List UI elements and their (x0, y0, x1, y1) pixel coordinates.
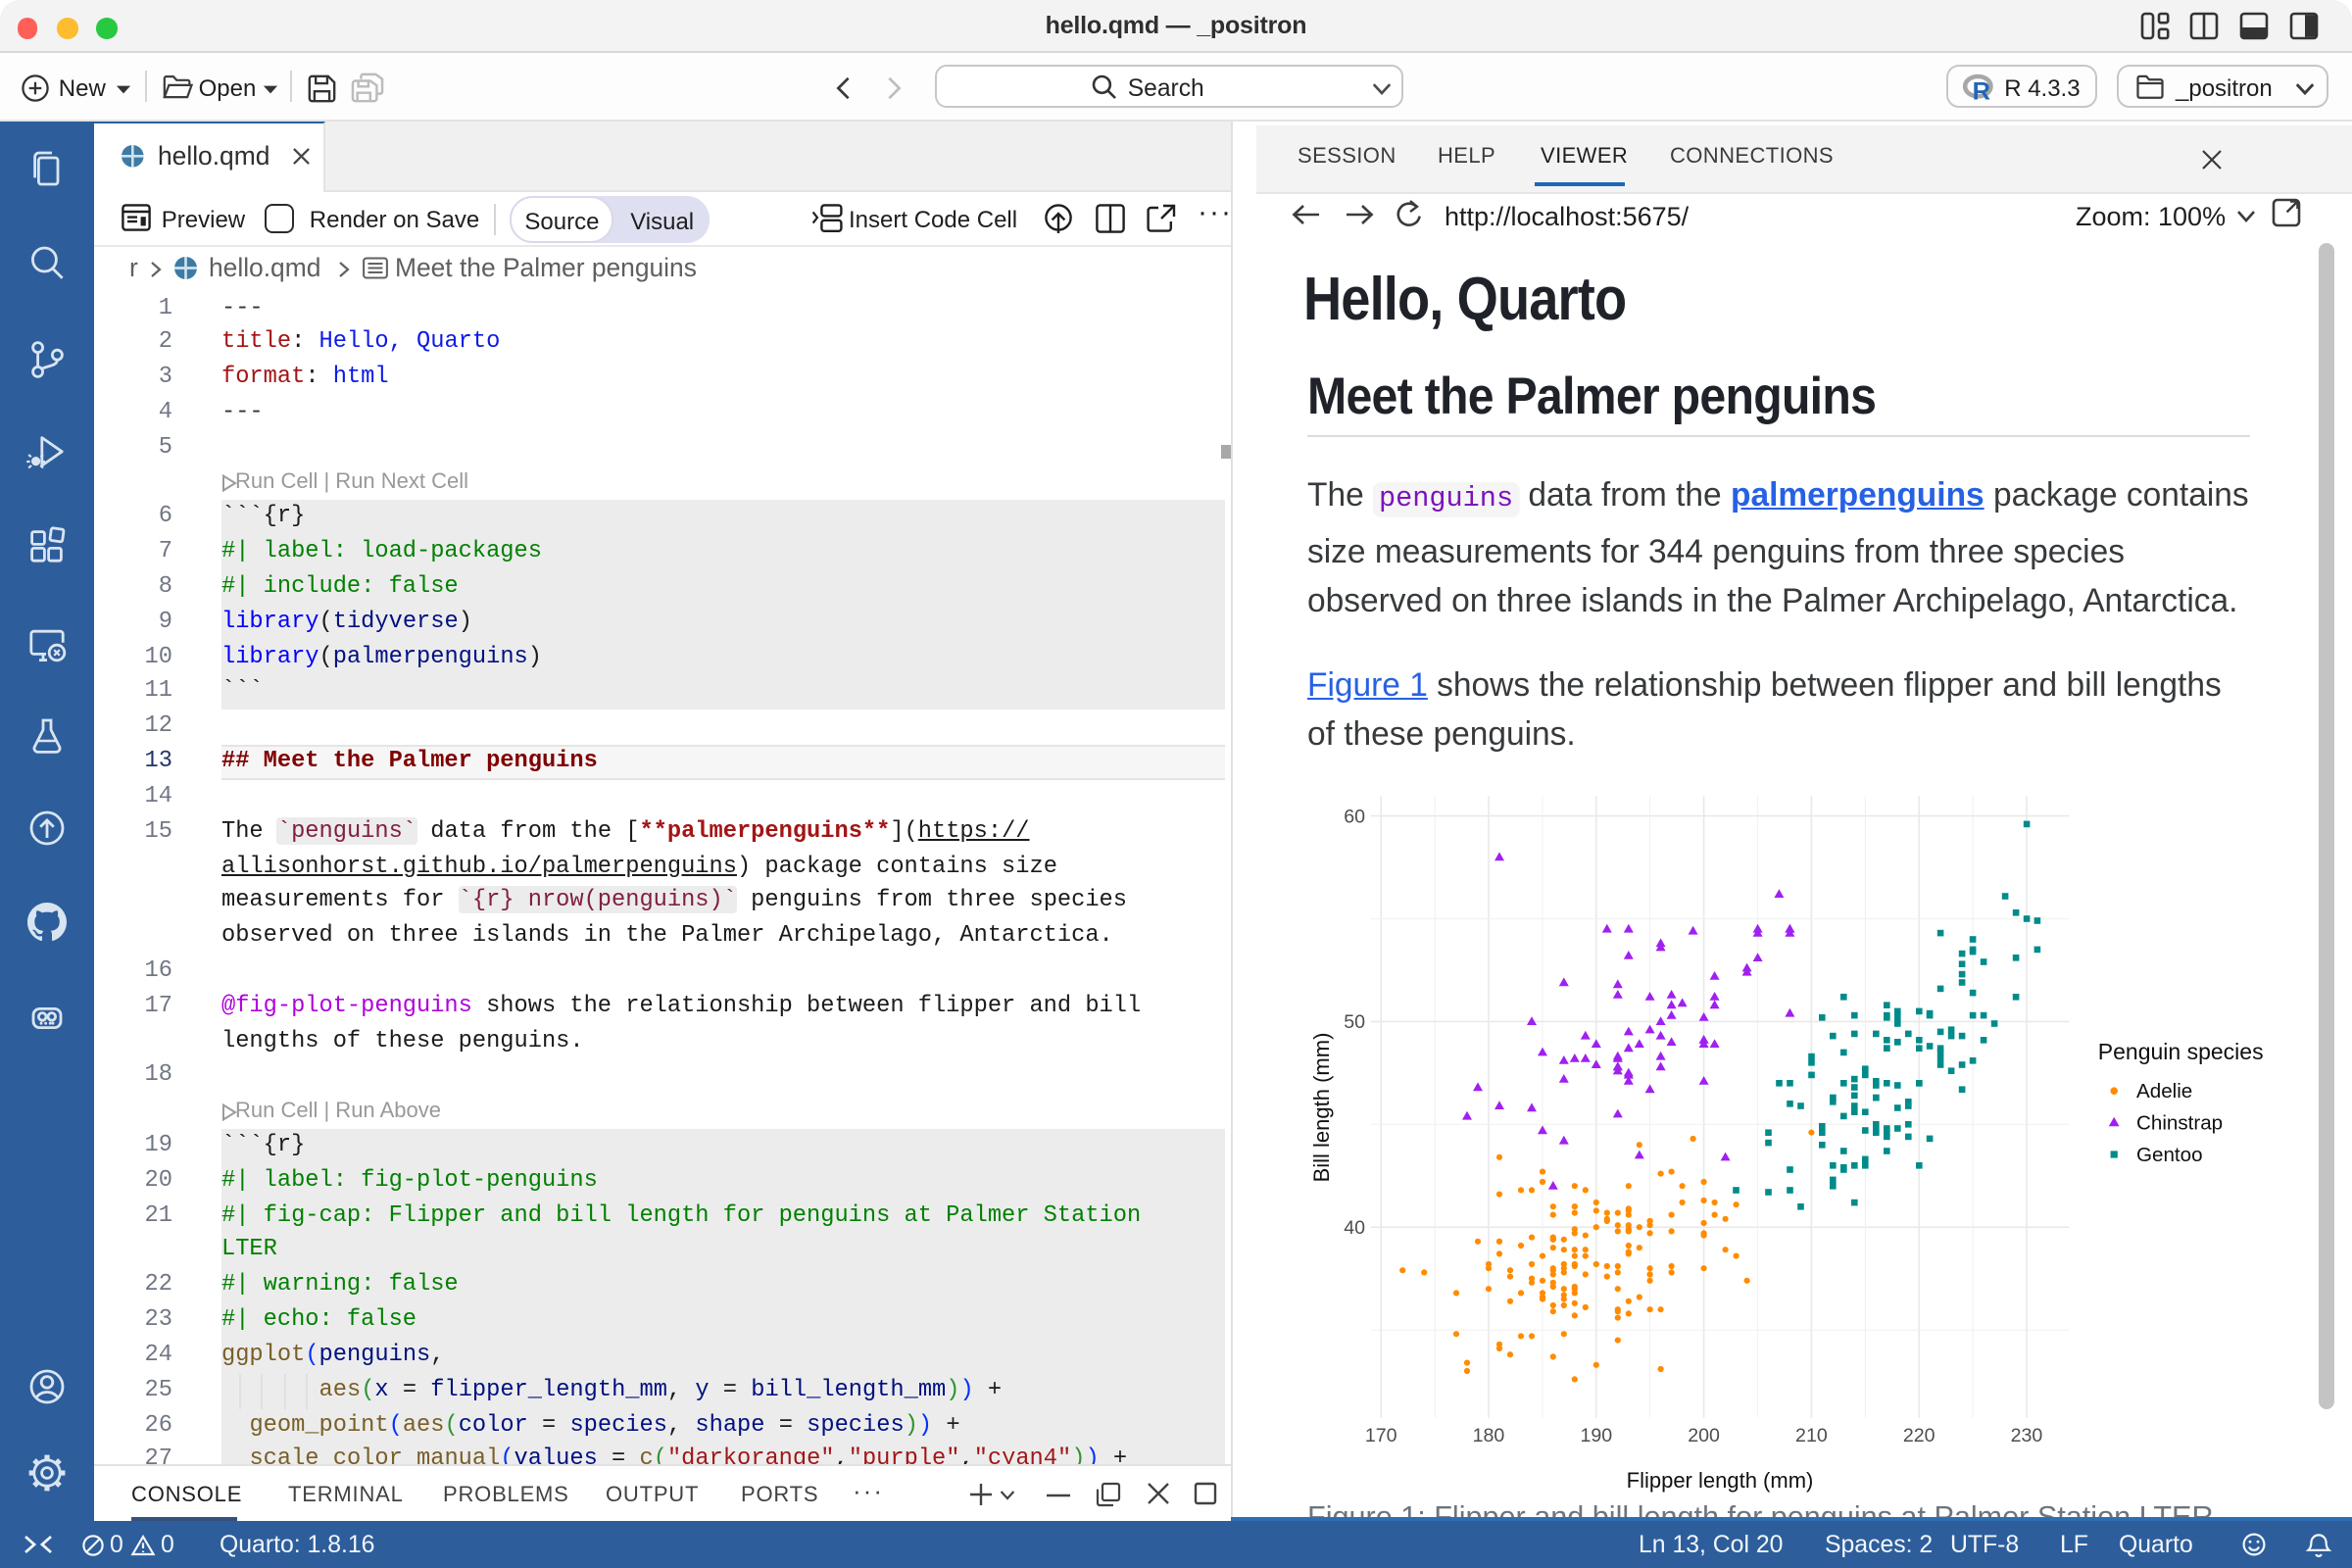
svg-text:Bill length (mm): Bill length (mm) (1309, 1033, 1334, 1183)
svg-text:190: 190 (1580, 1425, 1612, 1446)
svg-text:Gentoo: Gentoo (2136, 1144, 2203, 1166)
svg-text:Penguin species: Penguin species (2098, 1039, 2264, 1064)
svg-text:Flipper length (mm): Flipper length (mm) (1627, 1468, 1814, 1493)
svg-text:Adelie: Adelie (2136, 1080, 2192, 1102)
svg-text:Chinstrap: Chinstrap (2136, 1112, 2223, 1135)
svg-text:230: 230 (2011, 1425, 2043, 1446)
svg-text:50: 50 (1344, 1011, 1365, 1033)
svg-text:170: 170 (1365, 1425, 1397, 1446)
svg-text:60: 60 (1344, 806, 1365, 827)
svg-text:40: 40 (1344, 1217, 1365, 1239)
svg-text:200: 200 (1688, 1425, 1720, 1446)
svg-text:220: 220 (1903, 1425, 1936, 1446)
svg-text:210: 210 (1795, 1425, 1828, 1446)
svg-text:180: 180 (1473, 1425, 1505, 1446)
svg-text:R: R (1972, 77, 1989, 105)
